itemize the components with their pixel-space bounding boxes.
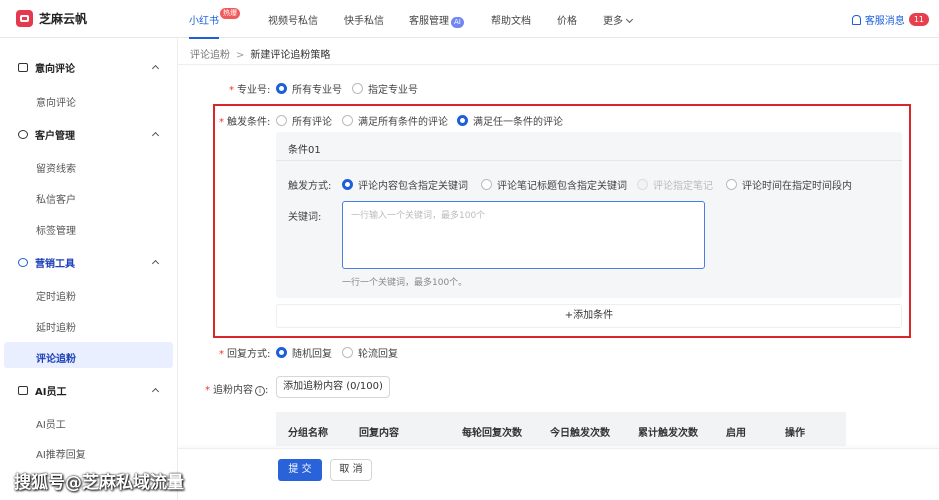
radio-all-comments[interactable]: 所有评论 bbox=[276, 113, 332, 128]
sidebar-section-intent-comments[interactable]: 意向评论 bbox=[18, 60, 75, 75]
radio-all-accounts[interactable]: 所有专业号 bbox=[276, 81, 342, 96]
add-content-button[interactable]: 添加追粉内容 (0/100) bbox=[276, 376, 390, 398]
column-header-group: 分组名称 bbox=[288, 428, 328, 439]
hot-badge: 热爆 bbox=[220, 8, 240, 19]
sidebar-item-ai-reply[interactable]: AI推荐回复 bbox=[36, 446, 86, 461]
message-count-badge: 11 bbox=[908, 13, 929, 26]
tab-more[interactable]: 更多 bbox=[603, 12, 634, 27]
radio-note-title-keyword[interactable]: 评论笔记标题包含指定关键词 bbox=[481, 177, 627, 192]
radio-all-conditions[interactable]: 满足所有条件的评论 bbox=[342, 113, 448, 128]
column-header-actions: 操作 bbox=[785, 428, 805, 439]
ai-badge: AI bbox=[451, 17, 464, 28]
sidebar-item-delayed-follow[interactable]: 延时追粉 bbox=[36, 319, 76, 334]
tab-label: 小红书 bbox=[189, 16, 219, 27]
section-label: 客户管理 bbox=[35, 131, 75, 142]
section-label: 营销工具 bbox=[35, 259, 75, 270]
sidebar-item-ai-staff[interactable]: AI员工 bbox=[36, 416, 66, 431]
app-name: 芝麻云帆 bbox=[39, 12, 88, 26]
sidebar: 意向评论 意向评论 客户管理 留资线索 私信客户 标签管理 营销工具 定时追粉 … bbox=[0, 38, 178, 500]
column-header-content: 回复内容 bbox=[359, 428, 399, 439]
tab-label: 客服管理 bbox=[409, 16, 449, 27]
sidebar-item-dm-customers[interactable]: 私信客户 bbox=[36, 191, 76, 206]
submit-button[interactable]: 提 交 bbox=[278, 459, 322, 481]
radio-round-robin-reply[interactable]: 轮流回复 bbox=[342, 345, 398, 360]
robot-icon bbox=[18, 386, 28, 395]
chevron-up-icon[interactable] bbox=[151, 131, 160, 140]
trigger-label: * 触发条件: bbox=[219, 117, 271, 128]
keyword-textarea[interactable]: 一行输入一个关键词，最多100个 bbox=[342, 201, 705, 269]
method-label: 触发方式: bbox=[288, 181, 332, 192]
tab-service-mgmt[interactable]: 客服管理 AI bbox=[409, 12, 464, 28]
radio-specific-note[interactable]: 评论指定笔记 bbox=[637, 177, 713, 192]
breadcrumb-separator: > bbox=[236, 50, 245, 61]
customer-icon bbox=[18, 130, 28, 139]
breadcrumb-parent[interactable]: 评论追粉 bbox=[190, 50, 230, 61]
sidebar-item-tag-mgmt[interactable]: 标签管理 bbox=[36, 222, 76, 237]
breadcrumb: 评论追粉 > 新建评论追粉策略 bbox=[190, 46, 330, 61]
radio-any-condition[interactable]: 满足任一条件的评论 bbox=[457, 113, 563, 128]
reply-label: * 回复方式: bbox=[219, 349, 271, 360]
sidebar-item-scheduled-follow[interactable]: 定时追粉 bbox=[36, 288, 76, 303]
radio-random-reply[interactable]: 随机回复 bbox=[276, 345, 332, 360]
radio-specific-account[interactable]: 指定专业号 bbox=[352, 81, 418, 96]
service-messages[interactable]: 客服消息 11 bbox=[851, 12, 929, 27]
chevron-up-icon[interactable] bbox=[151, 387, 160, 396]
sidebar-section-ai-staff[interactable]: AI员工 bbox=[18, 383, 66, 398]
column-header-total: 累计触发次数 bbox=[638, 428, 698, 439]
active-item-highlight bbox=[4, 342, 173, 368]
section-label: 意向评论 bbox=[35, 64, 75, 75]
content-label: * 追粉内容 i: bbox=[205, 385, 269, 396]
column-header-enabled: 启用 bbox=[726, 428, 746, 439]
account-label: * 专业号: bbox=[229, 85, 271, 96]
radio-comment-keyword[interactable]: 评论内容包含指定关键词 bbox=[342, 177, 468, 192]
app-logo[interactable]: 芝麻云帆 bbox=[16, 10, 87, 27]
sidebar-section-marketing-tools[interactable]: 营销工具 bbox=[18, 255, 75, 270]
tab-help-docs[interactable]: 帮助文档 bbox=[491, 12, 531, 27]
column-header-today: 今日触发次数 bbox=[550, 428, 610, 439]
marketing-icon bbox=[18, 258, 28, 267]
info-icon[interactable]: i bbox=[255, 386, 265, 396]
column-header-per-round: 每轮回复次数 bbox=[462, 428, 522, 439]
notify-label: 客服消息 bbox=[864, 16, 905, 27]
keyword-hint: 一行一个关键词，最多100个。 bbox=[342, 278, 468, 288]
condition-title: 条件01 bbox=[288, 145, 321, 156]
section-label: AI员工 bbox=[35, 387, 67, 398]
chevron-up-icon[interactable] bbox=[151, 64, 160, 73]
add-condition-button[interactable]: +添加条件 bbox=[276, 304, 902, 328]
chevron-up-icon[interactable] bbox=[151, 259, 160, 268]
comment-icon bbox=[18, 63, 28, 72]
logo-icon bbox=[16, 10, 33, 27]
watermark: 搜狐号@芝麻私域流量 bbox=[14, 473, 184, 493]
breadcrumb-current: 新建评论追粉策略 bbox=[250, 50, 331, 61]
sidebar-section-customer-mgmt[interactable]: 客户管理 bbox=[18, 127, 75, 142]
divider bbox=[178, 64, 939, 65]
tab-kuaishou-dm[interactable]: 快手私信 bbox=[344, 12, 384, 27]
sidebar-item-comment-follow[interactable]: 评论追粉 bbox=[36, 350, 76, 365]
tab-pricing[interactable]: 价格 bbox=[557, 12, 577, 27]
tab-label: 更多 bbox=[603, 16, 623, 27]
divider bbox=[276, 160, 902, 161]
cancel-button[interactable]: 取 消 bbox=[330, 459, 372, 481]
chevron-down-icon bbox=[625, 15, 634, 24]
sidebar-item-leads[interactable]: 留资线索 bbox=[36, 160, 76, 175]
sidebar-item-intent-comments[interactable]: 意向评论 bbox=[36, 94, 76, 109]
bell-icon bbox=[851, 14, 861, 25]
tab-video-dm[interactable]: 视频号私信 bbox=[268, 12, 318, 27]
radio-time-range[interactable]: 评论时间在指定时间段内 bbox=[726, 177, 852, 192]
tab-xiaohongshu[interactable]: 小红书 热爆 bbox=[189, 8, 240, 39]
top-nav: 芝麻云帆 小红书 热爆 视频号私信 快手私信 客服管理 AI 帮助文档 价格 更多… bbox=[0, 0, 939, 39]
keyword-label: 关键词: bbox=[288, 212, 322, 223]
